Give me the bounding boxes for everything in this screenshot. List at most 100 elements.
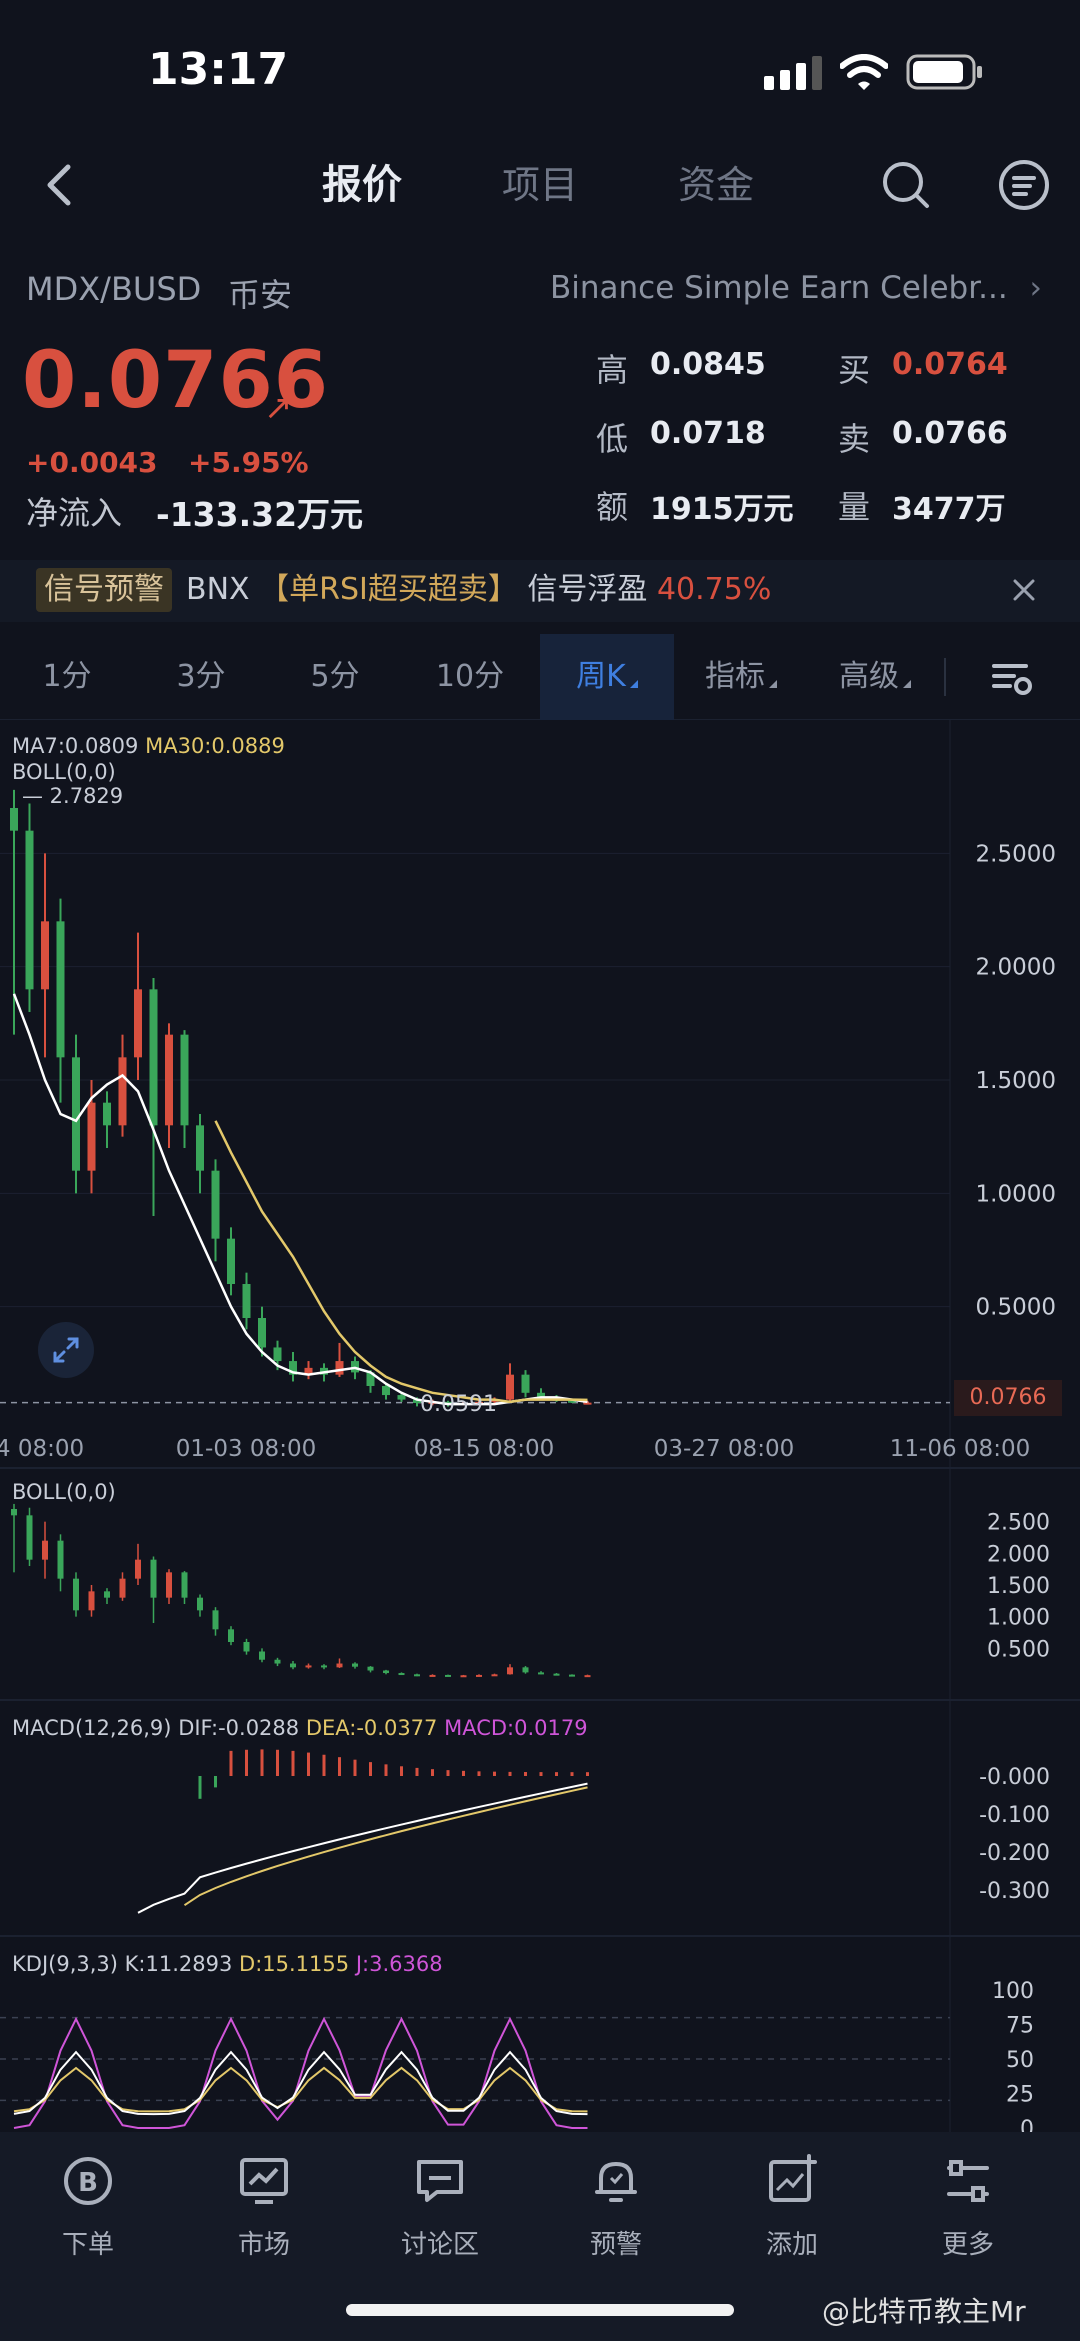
status-bar: 13:17 (0, 0, 1080, 140)
low-value: 0.0718 (650, 416, 766, 451)
macd-histogram-bar (384, 1764, 388, 1776)
candle-body (10, 808, 18, 831)
expand-chart-button[interactable] (38, 1322, 94, 1378)
up-arrow-icon: ↗ (264, 388, 293, 428)
interval-weekly[interactable]: 周K (540, 634, 674, 720)
menu-button[interactable] (994, 150, 1054, 220)
boll-candle-body (243, 1642, 250, 1652)
dropdown-triangle-icon (629, 680, 638, 688)
macd-histogram-bar (415, 1767, 419, 1776)
interval-3m[interactable]: 3分 (134, 634, 268, 720)
tab-project[interactable]: 项目 (502, 150, 578, 220)
macd-label: MACD(12,26,9) (12, 1716, 172, 1740)
close-icon (1013, 579, 1035, 601)
chart-area[interactable]: 2.5000 2.0000 1.5000 1.0000 0.5000 4 08:00 01-… (0, 720, 1080, 2132)
search-button[interactable] (876, 150, 936, 220)
expand-icon (53, 1337, 79, 1363)
boll-y-tick: 2.000 (987, 1542, 1050, 1567)
boll-candle-body (104, 1591, 110, 1598)
macd-histogram-bar (477, 1771, 481, 1776)
candle-body (103, 1102, 111, 1126)
boll-candle-body (26, 1515, 33, 1560)
boll-candle-body (522, 1667, 529, 1673)
boll-candle-body (228, 1629, 234, 1642)
interval-10m[interactable]: 10分 (402, 634, 538, 720)
boll-candle-body (460, 1675, 467, 1678)
boll-candle-body (398, 1673, 405, 1676)
y-tick-label: 1.5000 (976, 1068, 1056, 1094)
macd-histogram-bar (322, 1754, 326, 1776)
macd-histogram-bar (431, 1769, 434, 1776)
nav-discussion[interactable]: 讨论区 (352, 2146, 528, 2286)
kline-chart-svg[interactable]: 2.50002.00001.50001.00000.50004 08:00 01-… (0, 720, 1080, 2132)
macd-histogram-bar (524, 1772, 527, 1776)
candle-body (227, 1238, 235, 1284)
candle-body (242, 1284, 251, 1318)
indicator-menu[interactable]: 指标 (674, 634, 808, 720)
bitcoin-order-icon: B (64, 2157, 112, 2205)
news-banner-link[interactable]: Binance Simple Earn Celebr... › (550, 270, 1050, 306)
nav-add[interactable]: 添加 (704, 2146, 880, 2286)
signal-alert-strip[interactable]: 信号预警 BNX 【单RSI超买超卖】 信号浮盈 40.75% (0, 560, 1080, 622)
nav-order[interactable]: B 下单 (0, 2146, 176, 2286)
boll-candle-body (150, 1559, 157, 1598)
advanced-menu[interactable]: 高级 (808, 634, 942, 720)
macd-histogram-bar (245, 1749, 248, 1776)
boll-candle-body (11, 1509, 17, 1516)
tab-quote[interactable]: 报价 (322, 150, 402, 220)
bell-icon (595, 2161, 637, 2202)
macd-histogram-bar (198, 1776, 202, 1799)
nav-alert[interactable]: 预警 (528, 2146, 704, 2286)
x-tick-label: 03-27 08:00 (654, 1436, 794, 1462)
boll-candle-body (197, 1597, 203, 1611)
home-indicator[interactable] (346, 2304, 734, 2316)
kdj-y-tick: 75 (1006, 2014, 1034, 2039)
macd-histogram-bar (369, 1762, 372, 1776)
x-tick-label: 4 08:00 (0, 1436, 84, 1462)
nav-more[interactable]: 更多 (880, 2146, 1056, 2286)
macd-histogram-bar (586, 1772, 589, 1776)
signal-status: 信号浮盈 (527, 572, 648, 607)
macd-histogram-bar (508, 1771, 512, 1776)
candle-body (56, 921, 65, 1058)
boll-candle-body (476, 1674, 482, 1677)
candle-body (506, 1374, 514, 1400)
interval-1m[interactable]: 1分 (0, 634, 134, 720)
boll-legend-2: BOLL(0,0) (12, 1480, 116, 1504)
macd-histogram-bar (260, 1749, 264, 1776)
tab-funds[interactable]: 资金 (678, 150, 754, 220)
bid-value: 0.0764 (892, 347, 1008, 382)
boll-candle-body (553, 1673, 560, 1676)
chart-settings-button[interactable] (980, 648, 1044, 708)
macd-legend: MACD(12,26,9) DIF:-0.0288 DEA:-0.0377 MA… (12, 1716, 588, 1740)
close-signal-button[interactable] (1004, 566, 1044, 614)
chart-settings-icon (992, 664, 1032, 695)
candle-body (335, 1361, 344, 1375)
boll-candle-body (538, 1672, 544, 1675)
interval-5m[interactable]: 5分 (268, 634, 402, 720)
macd-y-tick: -0.200 (979, 1841, 1050, 1866)
header: 报价 项目 资金 (0, 140, 1080, 260)
signal-coin: BNX (186, 572, 250, 607)
kdj-d: D:15.1155 (239, 1952, 350, 1976)
chevron-left-icon (47, 164, 71, 206)
kdj-k: K:11.2893 (124, 1952, 233, 1976)
ma30-legend: MA30:0.0889 (145, 734, 285, 758)
candle-body (87, 1102, 96, 1171)
boll-candle-body (73, 1578, 79, 1611)
back-button[interactable] (28, 150, 88, 220)
candle-body (211, 1170, 220, 1239)
amount-label: 额 (596, 488, 629, 526)
more-settings-icon (947, 2160, 989, 2202)
macd-histogram-bar (446, 1770, 450, 1776)
boll-candle-body (367, 1666, 374, 1671)
candle-body (521, 1374, 530, 1393)
candle-body (41, 921, 49, 990)
x-tick-label: 11-06 08:00 (890, 1436, 1030, 1462)
price-change-percent: +5.95% (188, 446, 309, 479)
y-tick-label: 2.5000 (976, 841, 1056, 867)
nav-market[interactable]: 市场 (176, 2146, 352, 2286)
candle-body (382, 1386, 390, 1396)
macd-histogram-bar (555, 1772, 558, 1776)
svg-text:B: B (78, 2168, 98, 2198)
